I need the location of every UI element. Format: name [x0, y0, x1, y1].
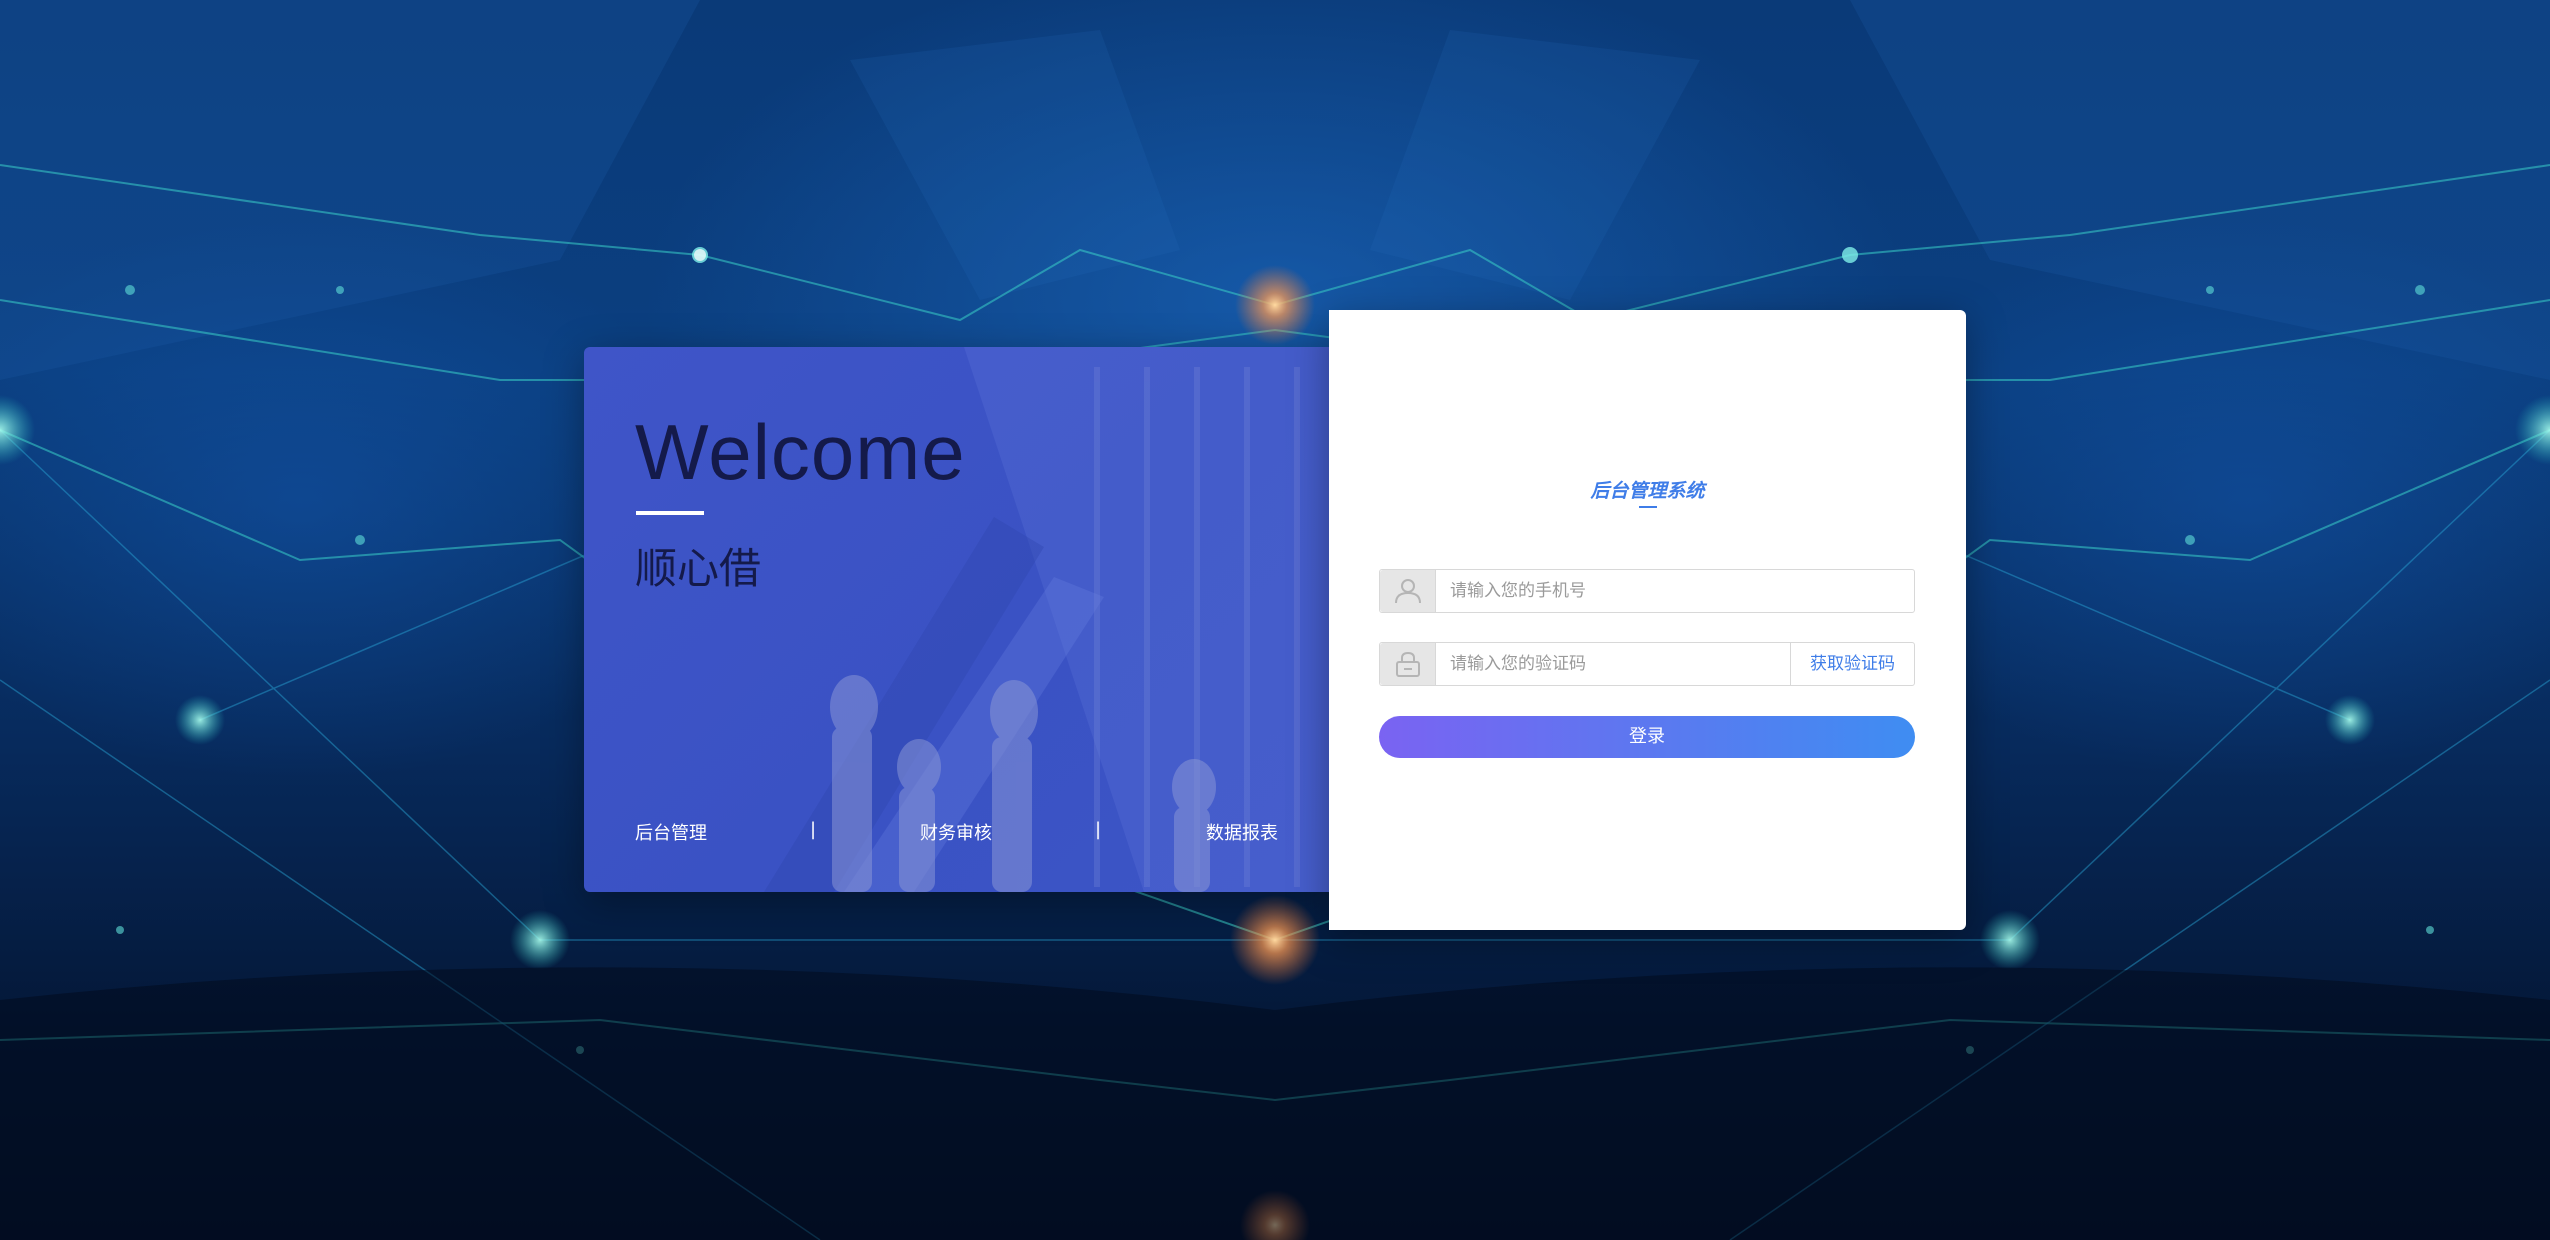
title-underline: [636, 511, 704, 515]
welcome-panel: Welcome 顺心借 后台管理 | 财务审核 | 数据报表: [584, 347, 1329, 892]
code-field: 获取验证码: [1379, 642, 1915, 686]
system-title-underline: [1639, 506, 1657, 508]
login-card: 后台管理系统 获取验证码 登录: [1329, 310, 1966, 930]
user-icon: [1380, 570, 1436, 612]
panel-nav: 后台管理 | 财务审核 | 数据报表: [635, 819, 1285, 849]
code-input[interactable]: [1436, 643, 1790, 685]
brand-subtitle: 顺心借: [635, 544, 762, 593]
phone-input[interactable]: [1436, 570, 1914, 612]
welcome-title: Welcome: [635, 408, 966, 496]
system-title: 后台管理系统: [1590, 480, 1705, 502]
nav-item-data-reports: 数据报表: [1206, 823, 1278, 844]
phone-field: [1379, 569, 1915, 613]
nav-separator: |: [1095, 819, 1102, 840]
lock-icon: [1380, 643, 1436, 685]
login-button[interactable]: 登录: [1379, 716, 1915, 758]
nav-item-admin: 后台管理: [635, 823, 707, 844]
nav-item-finance-review: 财务审核: [920, 823, 992, 844]
get-code-button[interactable]: 获取验证码: [1790, 643, 1914, 685]
nav-separator: |: [810, 819, 817, 840]
